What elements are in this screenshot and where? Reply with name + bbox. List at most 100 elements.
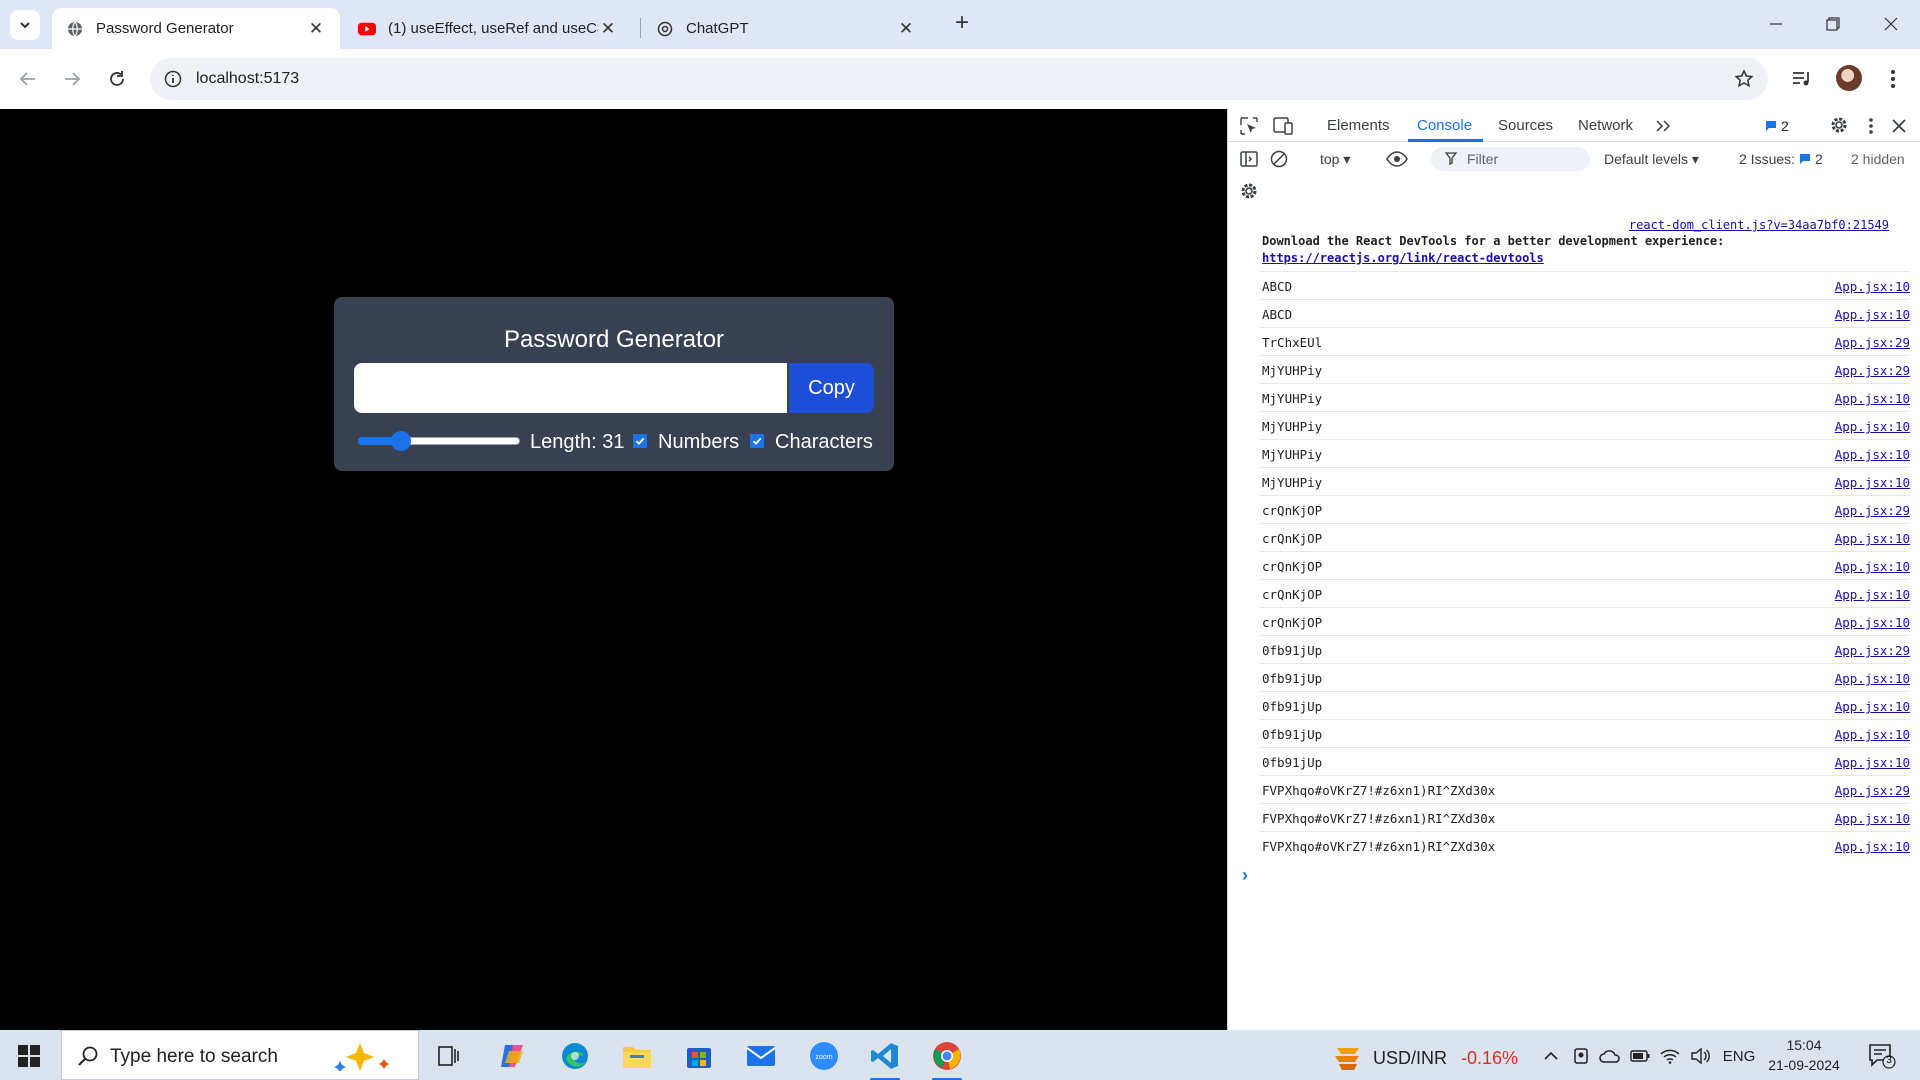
console-log-row: crQnKjOP App.jsx:10 (1260, 607, 1910, 635)
issues-counter[interactable]: 2 (1765, 118, 1789, 134)
device-toolbar-icon[interactable] (1272, 115, 1294, 137)
numbers-checkbox[interactable] (633, 434, 647, 448)
log-source-link[interactable]: App.jsx:10 (1835, 811, 1910, 826)
log-source-link[interactable]: App.jsx:10 (1835, 391, 1910, 406)
log-source-link[interactable]: App.jsx:10 (1835, 475, 1910, 490)
log-source-link[interactable]: App.jsx:10 (1835, 447, 1910, 462)
password-input[interactable] (354, 363, 787, 413)
chrome-icon[interactable] (930, 1039, 964, 1080)
vscode-icon[interactable] (868, 1039, 902, 1080)
volume-icon[interactable] (1689, 1045, 1711, 1067)
length-slider[interactable] (358, 431, 520, 451)
clear-console-icon[interactable] (1268, 148, 1290, 170)
log-source-link[interactable]: App.jsx:10 (1835, 587, 1910, 602)
tab-youtube[interactable]: (1) useEffect, useRef and useCallback ✕ (344, 8, 632, 49)
devtools-panel: Elements Console Sources Network 2 top ▾ (1227, 109, 1920, 1030)
devtools-tab-elements[interactable]: Elements (1327, 117, 1390, 134)
log-levels-dropdown[interactable]: Default levels ▾ (1604, 151, 1699, 168)
minimize-icon[interactable] (1764, 12, 1788, 36)
site-info-icon[interactable] (164, 70, 182, 93)
copilot-sparkle-icon (330, 1041, 410, 1076)
log-source-link[interactable]: App.jsx:10 (1835, 307, 1910, 322)
context-selector[interactable]: top ▾ (1320, 151, 1350, 168)
more-menu-icon[interactable] (1880, 66, 1906, 92)
battery-icon[interactable] (1629, 1045, 1651, 1067)
console-prompt-chevron-icon[interactable]: › (1242, 865, 1248, 886)
onedrive-icon[interactable] (1598, 1045, 1622, 1067)
more-tabs-icon[interactable] (1652, 115, 1674, 137)
log-message: 0fb91jUp (1262, 699, 1323, 714)
log-message: MjYUHPiy (1262, 447, 1323, 462)
characters-checkbox[interactable] (750, 434, 764, 448)
console-filter-input[interactable]: Filter (1431, 147, 1590, 171)
tab-password-generator[interactable]: Password Generator ✕ (52, 8, 340, 49)
log-source-link[interactable]: App.jsx:10 (1835, 671, 1910, 686)
log-source-link[interactable]: App.jsx:29 (1835, 363, 1910, 378)
restore-icon[interactable] (1821, 12, 1845, 36)
devtools-tab-network[interactable]: Network (1578, 117, 1633, 134)
notifications-icon[interactable]: 3 (1868, 1043, 1896, 1069)
react-devtools-source-link[interactable]: react-dom_client.js?v=34aa7bf0:21549 (1629, 218, 1889, 232)
console-log-list: ABCD App.jsx:10 ABCD App.jsx:10 TrChxEUl App.… (1260, 271, 1910, 859)
log-source-link[interactable]: App.jsx:10 (1835, 419, 1910, 434)
tab-search-button[interactable] (10, 10, 40, 40)
ticker-widget[interactable]: USD/INR -0.16% (1333, 1044, 1518, 1072)
show-hidden-icons-chevron-icon[interactable] (1540, 1045, 1562, 1067)
log-source-link[interactable]: App.jsx:10 (1835, 699, 1910, 714)
url-text[interactable]: localhost:5173 (196, 70, 299, 88)
log-source-link[interactable]: App.jsx:10 (1835, 559, 1910, 574)
log-source-link[interactable]: App.jsx:29 (1835, 783, 1910, 798)
log-source-link[interactable]: App.jsx:10 (1835, 727, 1910, 742)
log-source-link[interactable]: App.jsx:29 (1835, 643, 1910, 658)
zoom-icon[interactable]: zoom (807, 1039, 841, 1073)
windows-start-icon[interactable] (18, 1045, 40, 1067)
slider-thumb[interactable] (391, 431, 411, 451)
devtools-tab-console[interactable]: Console (1417, 117, 1472, 134)
log-source-link[interactable]: App.jsx:29 (1835, 503, 1910, 518)
issues-link[interactable]: 2 Issues: 2 (1739, 151, 1823, 167)
meet-now-icon[interactable] (1570, 1045, 1592, 1067)
close-tab-icon[interactable]: ✕ (896, 19, 916, 39)
log-source-link[interactable]: App.jsx:29 (1835, 335, 1910, 350)
task-view-icon[interactable] (431, 1039, 465, 1073)
profile-avatar[interactable] (1836, 65, 1862, 91)
log-source-link[interactable]: App.jsx:10 (1835, 839, 1910, 854)
back-icon[interactable] (15, 66, 41, 92)
log-source-link[interactable]: App.jsx:10 (1835, 279, 1910, 294)
settings-gear-icon[interactable] (1828, 114, 1850, 136)
page-title: Password Generator (503, 326, 725, 353)
log-source-link[interactable]: App.jsx:10 (1835, 615, 1910, 630)
close-devtools-icon[interactable] (1888, 115, 1910, 137)
mail-icon[interactable] (744, 1039, 778, 1073)
microsoft-store-icon[interactable] (682, 1039, 716, 1073)
new-tab-button[interactable]: + (950, 11, 974, 36)
close-window-icon[interactable] (1879, 12, 1903, 36)
copilot-icon[interactable] (495, 1039, 529, 1073)
log-source-link[interactable]: App.jsx:10 (1835, 755, 1910, 770)
file-explorer-icon[interactable] (620, 1039, 654, 1073)
hidden-count: 2 hidden (1851, 151, 1905, 167)
taskbar-search-box[interactable]: Type here to search (61, 1030, 419, 1080)
tab-chatgpt[interactable]: ChatGPT ✕ (642, 8, 930, 49)
tab-title: ChatGPT (686, 20, 749, 37)
log-source-link[interactable]: App.jsx:10 (1835, 531, 1910, 546)
live-expression-eye-icon[interactable] (1386, 148, 1408, 170)
close-tab-icon[interactable]: ✕ (598, 19, 618, 39)
close-tab-icon[interactable]: ✕ (306, 19, 326, 39)
console-settings-gear-icon[interactable] (1238, 180, 1260, 202)
react-devtools-link[interactable]: https://reactjs.org/link/react-devtools (1262, 251, 1544, 265)
clock[interactable]: 15:04 21-09-2024 (1764, 1035, 1844, 1075)
edge-icon[interactable] (558, 1039, 592, 1073)
language-indicator[interactable]: ENG (1720, 1045, 1758, 1067)
media-control-icon[interactable] (1789, 66, 1815, 92)
sidebar-toggle-icon[interactable] (1238, 148, 1260, 170)
wifi-icon[interactable] (1659, 1045, 1681, 1067)
inspect-element-icon[interactable] (1238, 115, 1260, 137)
forward-icon[interactable] (59, 66, 85, 92)
kebab-menu-icon[interactable] (1860, 115, 1882, 137)
bookmark-star-icon[interactable] (1734, 69, 1754, 94)
address-bar[interactable]: localhost:5173 (150, 58, 1768, 100)
devtools-tab-sources[interactable]: Sources (1498, 117, 1553, 134)
copy-button[interactable]: Copy (789, 363, 874, 413)
reload-icon[interactable] (104, 66, 130, 92)
